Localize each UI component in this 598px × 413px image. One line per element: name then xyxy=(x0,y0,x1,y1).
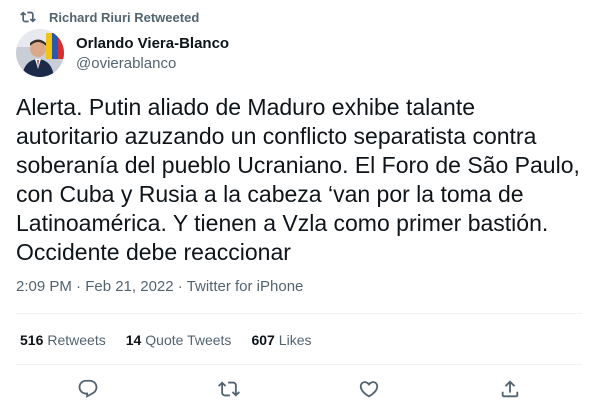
divider xyxy=(16,364,582,365)
avatar[interactable] xyxy=(16,29,64,77)
quote-tweets-count: 14 xyxy=(125,332,142,348)
likes-count: 607 xyxy=(251,332,275,348)
tweet-text: Alerta. Putin aliado de Maduro exhibe ta… xyxy=(16,94,580,265)
tweet-stats: 516 Retweets 14 Quote Tweets 607 Likes xyxy=(20,330,331,350)
heart-icon xyxy=(358,381,380,404)
likes-stat[interactable]: 607 Likes xyxy=(251,330,311,350)
retweet-icon xyxy=(20,9,36,25)
share-icon xyxy=(499,380,521,404)
like-button[interactable] xyxy=(358,378,380,400)
author-display-name[interactable]: Orlando Viera-Blanco xyxy=(76,34,229,54)
tweet-actions xyxy=(0,378,598,402)
retweeted-by-label[interactable]: Richard Riuri Retweeted xyxy=(49,10,199,25)
reply-icon xyxy=(77,379,99,404)
retweets-stat[interactable]: 516 Retweets xyxy=(20,330,106,350)
retweets-count: 516 xyxy=(20,332,44,348)
retweet-context: Richard Riuri Retweeted xyxy=(16,9,199,25)
divider xyxy=(16,313,582,314)
retweet-button[interactable] xyxy=(218,378,240,400)
tweet-timestamp[interactable]: 2:09 PM · Feb 21, 2022 · Twitter for iPh… xyxy=(16,277,303,297)
author-handle[interactable]: @ovierablanco xyxy=(76,54,229,74)
share-button[interactable] xyxy=(499,378,521,400)
quote-tweets-stat[interactable]: 14 Quote Tweets xyxy=(126,330,232,350)
likes-label: Likes xyxy=(278,332,312,348)
tweet-author: Orlando Viera-Blanco @ovierablanco xyxy=(16,29,229,77)
retweets-label: Retweets xyxy=(47,332,106,348)
retweet-icon xyxy=(218,381,240,404)
quote-tweets-label: Quote Tweets xyxy=(145,332,232,348)
reply-button[interactable] xyxy=(77,378,99,400)
